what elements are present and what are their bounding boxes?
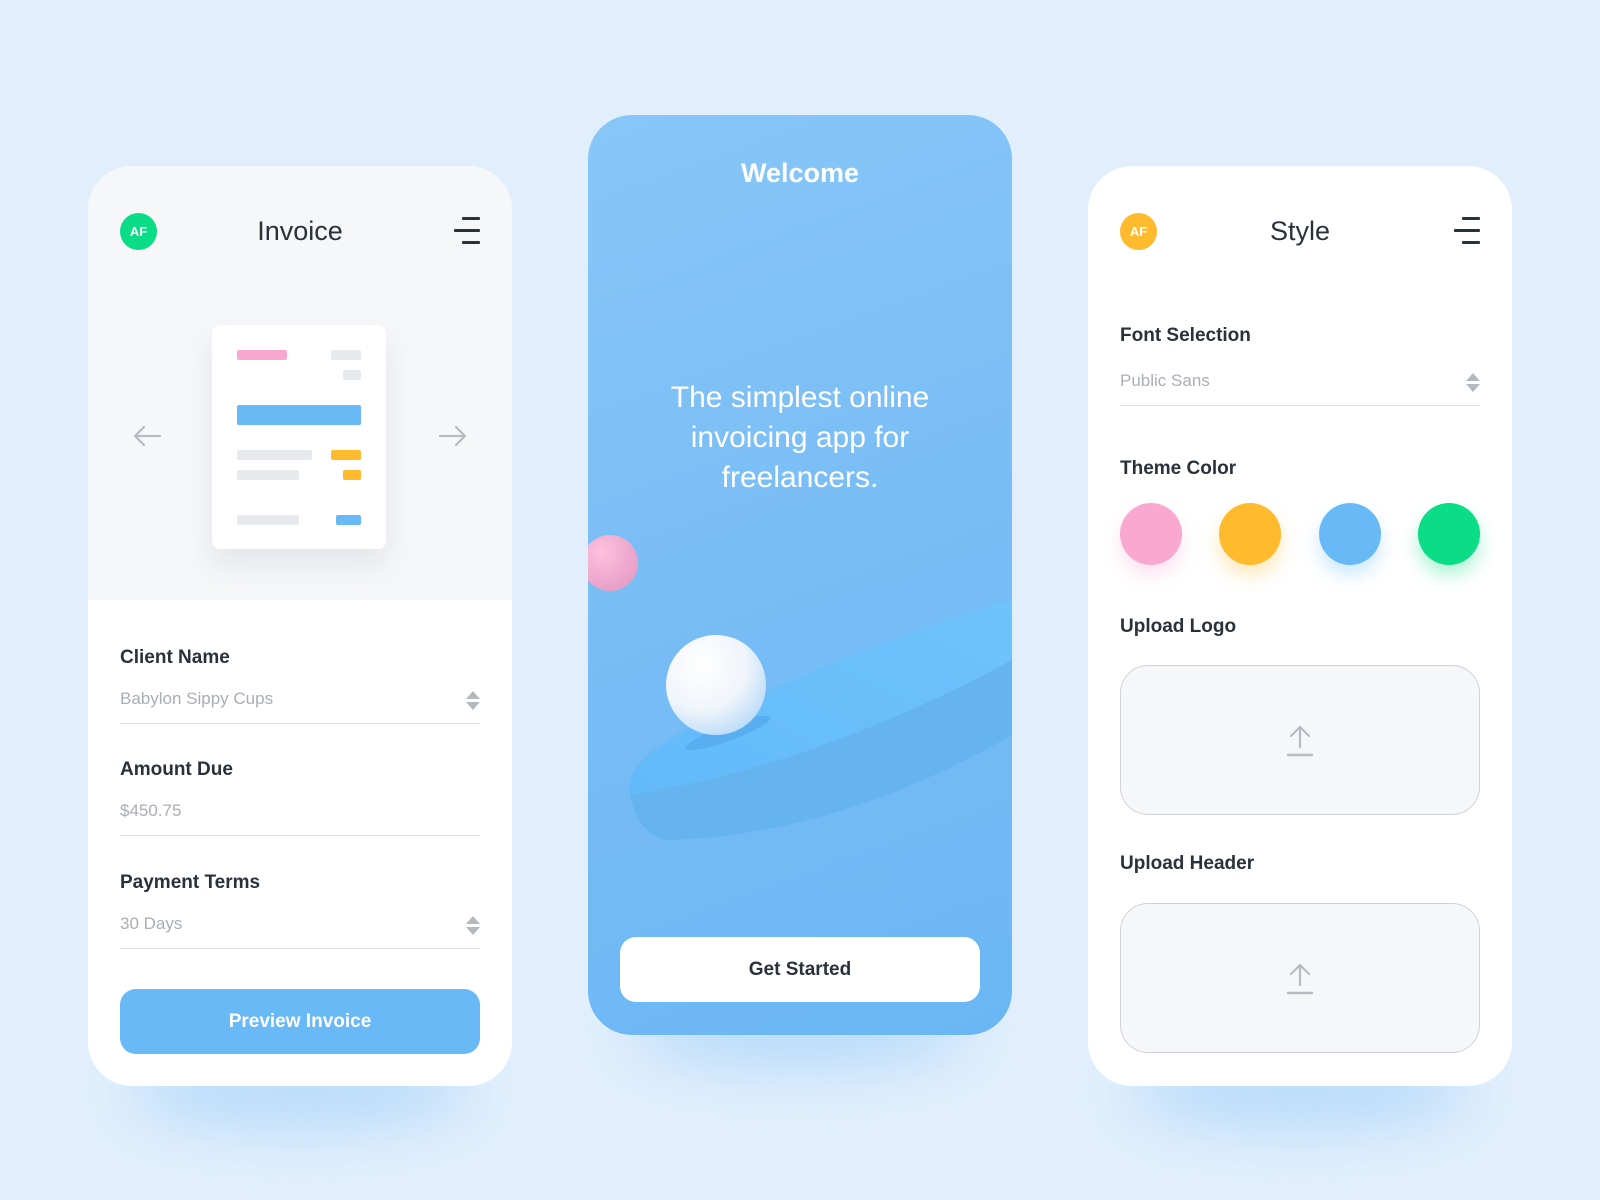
menu-icon[interactable] xyxy=(1454,217,1480,245)
doc-line xyxy=(331,350,361,360)
field-label: Amount Due xyxy=(120,759,233,780)
swatch-yellow[interactable] xyxy=(1219,503,1281,565)
invoice-preview-area: AF Invoice xyxy=(88,166,512,600)
welcome-screen: Welcome The simplest online invoicing ap… xyxy=(588,115,1012,1035)
swatch-green[interactable] xyxy=(1418,503,1480,565)
pink-ball xyxy=(588,535,638,591)
font-select[interactable]: Public Sans xyxy=(1120,371,1480,406)
arrow-left-icon[interactable] xyxy=(132,424,162,448)
white-ball xyxy=(666,635,766,735)
doc-line xyxy=(237,515,299,525)
stepper-icon[interactable] xyxy=(466,916,480,936)
upload-icon xyxy=(1286,963,1314,995)
field-value: 30 Days xyxy=(120,914,183,933)
upload-logo-label: Upload Logo xyxy=(1120,616,1237,637)
upload-header-label: Upload Header xyxy=(1120,853,1255,874)
get-started-button[interactable]: Get Started xyxy=(620,937,980,1002)
font-selection-label: Font Selection xyxy=(1120,325,1251,346)
menu-icon[interactable] xyxy=(454,217,480,245)
doc-line xyxy=(237,405,361,425)
font-select-value: Public Sans xyxy=(1120,371,1210,390)
invoice-header: AF Invoice xyxy=(88,166,512,296)
amount-due-field[interactable]: Amount Due $450.75 xyxy=(120,759,480,836)
style-screen: AF Style Font Selection Public Sans Them… xyxy=(1088,166,1512,1086)
page-title: Invoice xyxy=(257,216,343,246)
field-label: Client Name xyxy=(120,647,230,668)
welcome-illustration xyxy=(588,535,1012,840)
theme-color-label: Theme Color xyxy=(1120,458,1237,479)
client-name-select[interactable]: Babylon Sippy Cups xyxy=(120,689,480,724)
upload-icon xyxy=(1286,725,1314,757)
doc-line xyxy=(336,515,361,525)
doc-line xyxy=(331,450,361,460)
welcome-title: Welcome xyxy=(740,158,860,188)
amount-due-input[interactable]: $450.75 xyxy=(120,801,480,836)
doc-line xyxy=(237,450,312,460)
doc-line xyxy=(343,370,361,380)
upload-header-dropzone[interactable] xyxy=(1120,903,1480,1053)
swatch-pink[interactable] xyxy=(1120,503,1182,565)
arrow-right-icon[interactable] xyxy=(438,424,468,448)
payment-terms-field[interactable]: Payment Terms 30 Days xyxy=(120,872,480,949)
doc-line xyxy=(237,350,287,360)
style-header: AF Style xyxy=(1088,166,1512,296)
upload-logo-dropzone[interactable] xyxy=(1120,665,1480,815)
preview-invoice-button[interactable]: Preview Invoice xyxy=(120,989,480,1054)
stepper-icon[interactable] xyxy=(1466,373,1480,393)
invoice-thumbnail[interactable] xyxy=(212,325,386,549)
page-title: Style xyxy=(1269,216,1331,246)
payment-terms-select[interactable]: 30 Days xyxy=(120,914,480,949)
welcome-tagline: The simplest online invoicing app for fr… xyxy=(670,381,930,494)
swatch-blue[interactable] xyxy=(1319,503,1381,565)
field-value: $450.75 xyxy=(120,801,182,820)
field-label: Payment Terms xyxy=(120,872,261,893)
field-value: Babylon Sippy Cups xyxy=(120,689,274,708)
doc-line xyxy=(343,470,361,480)
invoice-screen: AF Invoice Client Name Babylon Sippy Cup… xyxy=(88,166,512,1086)
doc-line xyxy=(237,470,299,480)
client-name-field[interactable]: Client Name Babylon Sippy Cups xyxy=(120,647,480,724)
stepper-icon[interactable] xyxy=(466,691,480,711)
